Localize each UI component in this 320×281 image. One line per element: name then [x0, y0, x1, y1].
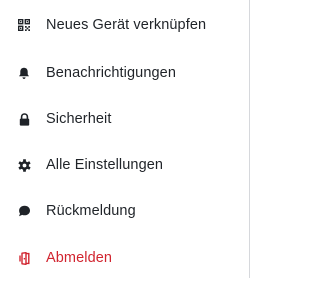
menu-item-label: Sicherheit	[46, 111, 112, 127]
menu-item-sign-out[interactable]: Abmelden	[0, 235, 249, 281]
menu-item-link-device[interactable]: Neues Gerät verknüpfen	[0, 2, 249, 48]
menu-item-label: Abmelden	[46, 250, 113, 266]
speech-bubble-icon	[17, 204, 31, 218]
sign-out-icon	[17, 251, 31, 265]
menu-item-label: Benachrichtigungen	[46, 65, 176, 81]
bell-icon	[17, 66, 31, 80]
menu-item-feedback[interactable]: Rückmeldung	[0, 188, 249, 234]
menu-item-security[interactable]: Sicherheit	[0, 96, 249, 142]
menu-item-label: Neues Gerät verknüpfen	[46, 17, 207, 33]
lock-icon	[17, 112, 31, 126]
account-menu: Neues Gerät verknüpfen Benachrichtigunge…	[0, 0, 250, 278]
qr-code-icon	[17, 18, 31, 32]
gear-icon	[17, 158, 31, 172]
menu-item-label: Rückmeldung	[46, 203, 136, 219]
menu-item-all-settings[interactable]: Alle Einstellungen	[0, 142, 249, 188]
menu-item-notifications[interactable]: Benachrichtigungen	[0, 50, 249, 96]
menu-item-label: Alle Einstellungen	[46, 157, 164, 173]
